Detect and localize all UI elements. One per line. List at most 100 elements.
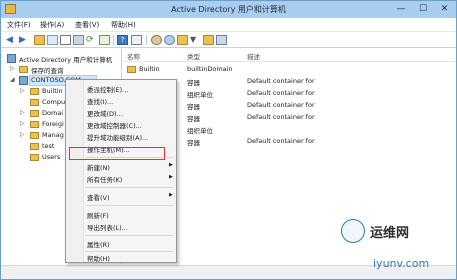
tree-item-label: test [42,142,55,150]
menu-separator [86,235,174,236]
menu-item-view[interactable]: 查看(V) ▶ [66,191,176,202]
submenu-arrow-icon: ▶ [169,192,173,198]
show-tree-icon[interactable] [47,35,58,45]
menu-view[interactable]: 查看(V) [75,20,99,30]
folder-icon [30,110,39,117]
filter-icon[interactable]: ▼ [190,35,201,45]
menu-item-find[interactable]: 查找(I)... [66,95,176,106]
title-bar[interactable]: Active Directory 用户和计算机 — ☐ ✕ [1,1,456,18]
tree-item-label: Foreigi [42,120,64,128]
row-type: builtinDomain [187,65,233,73]
menu-help[interactable]: 帮助(H) [111,20,136,30]
watermark-logo-icon [341,219,365,243]
forward-icon[interactable]: ▶ [19,35,30,45]
row-description: Default container for [247,137,315,145]
back-icon[interactable]: ◀ [6,35,17,45]
expand-icon[interactable]: ▷ [20,109,25,116]
tree-item-label: Manag [42,131,64,139]
toolbar: ◀ ▶ ⟳ ? ▼ [1,32,456,48]
row-type: 容器 [187,139,200,147]
refresh-icon[interactable]: ⟳ [86,35,97,45]
menu-item-label: 刷新(F) [87,212,109,220]
menu-item-export-list[interactable]: 导出列表(L)... [66,221,176,232]
up-icon[interactable] [34,35,45,45]
ad-root-icon [7,54,16,63]
row-description: Default container for [247,77,315,85]
new-group-icon[interactable] [164,35,175,45]
tree-item-label: 保存的查询 [31,67,64,75]
menu-separator [86,205,174,206]
row-type: 容器 [187,79,200,87]
expand-icon[interactable]: ▷ [20,120,25,127]
menu-item-properties[interactable]: 属性(R) [66,238,176,249]
menu-item-label: 更改域(D)... [87,110,123,118]
menu-bar: 文件(F) 操作(A) 查看(V) 帮助(H) [1,18,456,32]
folder-icon [30,121,39,128]
app-window: Active Directory 用户和计算机 — ☐ ✕ 文件(F) 操作(A… [0,0,457,280]
context-menu: 委派控制(E)... 查找(I)... 更改域(D)... 更改域控制器(C).… [65,79,177,263]
submenu-arrow-icon: ▶ [169,162,173,168]
tree-item-label: Domai [42,109,64,117]
tree-item-label: Compu [42,98,66,106]
row-name: Builtin [139,65,160,73]
window-title: Active Directory 用户和计算机 [171,5,286,14]
row-description: Default container for [247,101,315,109]
expand-icon[interactable]: ▷ [20,87,25,94]
tree-item-saved-queries[interactable]: ▷ 保存的查询 [4,64,122,75]
toolbar-separator [146,35,147,45]
menu-item-new[interactable]: 新建(N) ▶ [66,161,176,172]
folder-icon [127,66,136,73]
menu-item-label: 帮助(H) [87,255,110,263]
export-icon[interactable] [99,35,110,45]
menu-item-change-dc[interactable]: 更改域控制器(C)... [66,119,176,130]
folder-icon [30,88,39,95]
help-icon[interactable]: ? [117,35,128,45]
folder-icon [30,143,39,150]
menu-action[interactable]: 操作(A) [40,20,64,30]
menu-item-all-tasks[interactable]: 所有任务(K) ▶ [66,173,176,184]
annotation-highlight-box [69,147,165,160]
domain-icon [19,76,28,85]
menu-item-raise-functional-level[interactable]: 提升域功能级别(A)... [66,131,176,142]
menu-item-label: 查看(V) [87,194,110,202]
list-row[interactable]: Builtin builtinDomain [123,64,456,75]
menu-item-label: 委派控制(E)... [87,86,129,94]
menu-item-delegate-control[interactable]: 委派控制(E)... [66,83,176,94]
row-type: 容器 [187,103,200,111]
row-type: 容器 [187,115,200,123]
menu-item-label: 更改域控制器(C)... [87,122,142,130]
expand-icon[interactable]: ▷ [10,65,15,72]
menu-item-label: 新建(N) [87,164,110,172]
close-button[interactable]: ✕ [434,1,455,17]
new-ou-icon[interactable] [177,35,188,45]
tree-root-label: Active Directory 用户和计算机 [19,56,113,64]
row-description: Default container for [247,113,315,121]
copy-icon[interactable] [60,35,71,45]
collapse-icon[interactable]: ◢ [10,76,15,83]
menu-item-help[interactable]: 帮助(H) [66,252,176,263]
folder-icon [30,154,39,161]
menu-item-label: 导出列表(L)... [87,224,128,232]
row-type: 组织单位 [187,127,213,135]
menu-item-change-domain[interactable]: 更改域(D)... [66,107,176,118]
menu-item-refresh[interactable]: 刷新(F) [66,209,176,220]
find-icon[interactable] [203,35,214,45]
new-user-icon[interactable] [151,35,162,45]
add-to-group-icon[interactable] [216,35,227,45]
properties-icon[interactable] [73,35,84,45]
menu-item-label: 查找(I)... [87,98,114,106]
tree-item-label: Users [42,153,61,161]
maximize-button[interactable]: ☐ [412,1,434,17]
folder-icon [30,132,39,139]
console-icon[interactable] [131,35,142,45]
menu-item-label: 属性(R) [87,241,110,249]
expand-icon[interactable]: ▷ [20,131,25,138]
toolbar-separator [113,35,114,45]
watermark-url: iyunv.com [373,257,430,270]
row-description: Default container for [247,89,315,97]
header-divider [123,61,456,62]
watermark-brand: 运维网 [370,226,410,241]
menu-file[interactable]: 文件(F) [7,20,31,30]
tree-root[interactable]: Active Directory 用户和计算机 [4,53,122,64]
minimize-button[interactable]: — [390,1,412,17]
